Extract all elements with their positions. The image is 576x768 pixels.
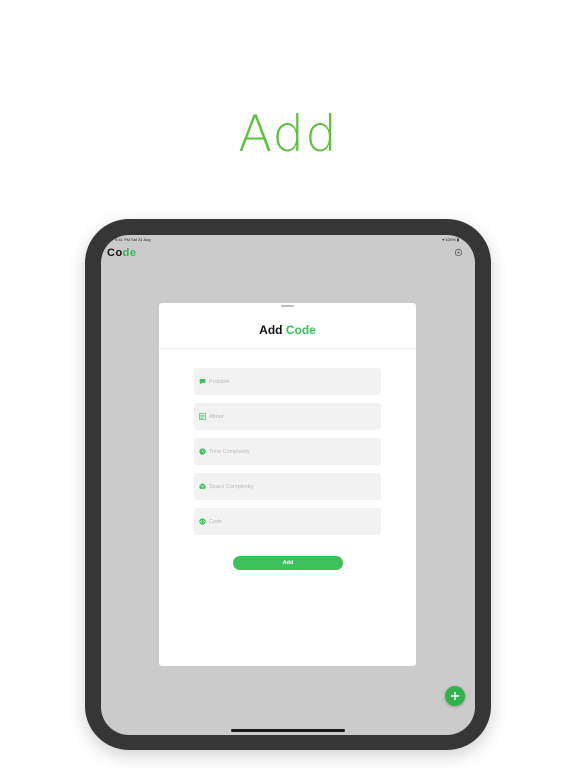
problem-placeholder: Problem: [209, 378, 230, 385]
floating-add-button[interactable]: [445, 686, 465, 706]
sheet-divider: [159, 348, 416, 349]
space-complexity-field[interactable]: Space Complexity: [194, 473, 381, 500]
cube-icon: [199, 483, 206, 490]
tablet-screen: 9:41 PM Sat 31 Aug ▾ 100% ▮ Code Add Cod…: [101, 235, 475, 735]
add-button[interactable]: Add: [233, 556, 343, 570]
home-indicator: [231, 729, 345, 732]
status-bar: 9:41 PM Sat 31 Aug ▾ 100% ▮: [101, 235, 475, 245]
list-icon: [199, 413, 206, 420]
add-code-sheet: Add Code Problem About Time Complexity S…: [159, 303, 416, 666]
about-placeholder: About: [209, 413, 224, 420]
time-complexity-field[interactable]: Time Complexity: [194, 438, 381, 465]
app-title: Code: [107, 247, 137, 259]
code-icon: [199, 518, 206, 525]
app-title-prefix: Co: [107, 247, 123, 259]
problem-field[interactable]: Problem: [194, 368, 381, 395]
sheet-grabber[interactable]: [281, 305, 294, 307]
code-field[interactable]: Code: [194, 508, 381, 535]
time-complexity-placeholder: Time Complexity: [209, 448, 250, 455]
promo-headline: Add: [238, 105, 338, 163]
settings-gear-icon[interactable]: [454, 248, 463, 257]
app-title-accent: de: [122, 247, 137, 259]
message-icon: [199, 378, 206, 385]
status-battery: ▾ 100% ▮: [442, 237, 459, 242]
sheet-title: Add Code: [159, 323, 416, 337]
sheet-title-accent: Code: [285, 323, 316, 337]
status-time: 9:41 PM Sat 31 Aug: [115, 237, 151, 242]
code-placeholder: Code: [209, 518, 223, 525]
sheet-title-prefix: Add: [259, 323, 286, 337]
clock-icon: [199, 448, 206, 455]
about-field[interactable]: About: [194, 403, 381, 430]
plus-icon: [451, 692, 459, 700]
space-complexity-placeholder: Space Complexity: [209, 483, 254, 490]
